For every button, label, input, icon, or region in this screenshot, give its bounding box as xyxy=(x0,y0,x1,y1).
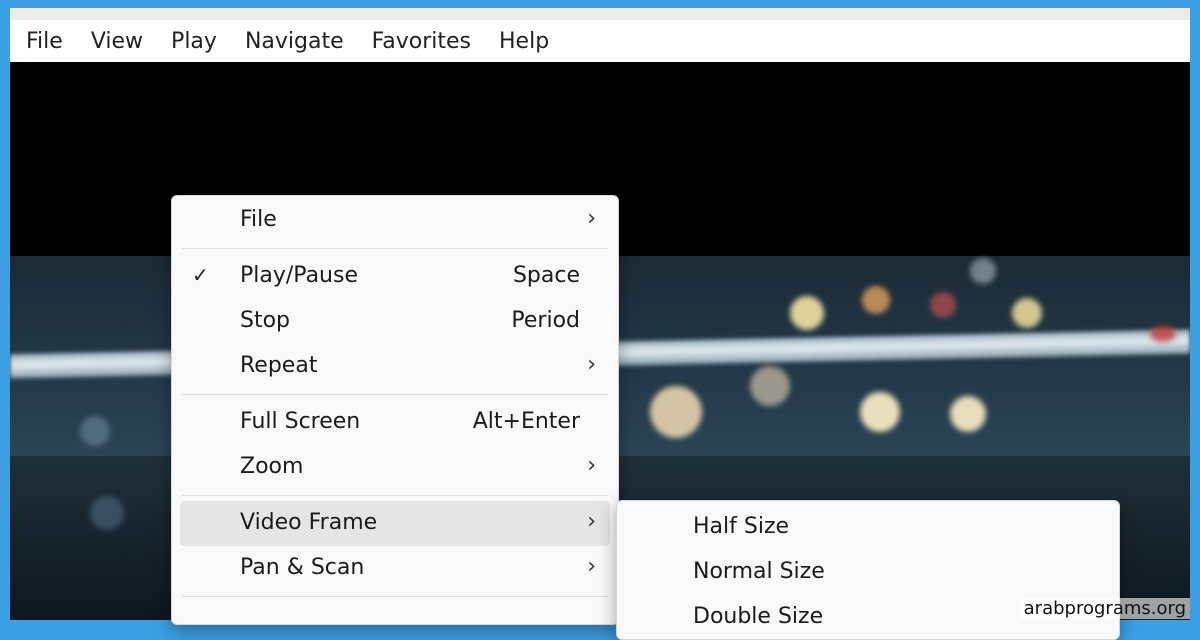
bokeh-light xyxy=(950,396,986,432)
bokeh-light xyxy=(930,292,956,318)
menu-favorites[interactable]: Favorites xyxy=(358,20,485,62)
bokeh-light xyxy=(862,286,890,314)
menu-view[interactable]: View xyxy=(77,20,157,62)
submenu-item-label: Normal Size xyxy=(693,559,825,584)
chevron-right-icon: › xyxy=(587,554,596,579)
ctx-item-file[interactable]: File › xyxy=(180,198,610,243)
context-menu: File › ✓ Play/Pause Space Stop Period Re… xyxy=(171,195,619,625)
video-frame-submenu: Half Size Normal Size Double Size xyxy=(616,500,1120,640)
menu-bar: File View Play Navigate Favorites Help xyxy=(10,20,1190,62)
bokeh-light xyxy=(970,258,996,284)
ctx-item-shortcut: Alt+Enter xyxy=(472,409,580,434)
ctx-item-play-pause[interactable]: ✓ Play/Pause Space xyxy=(180,254,610,299)
ctx-item-shortcut: Period xyxy=(511,308,580,333)
ctx-item-zoom[interactable]: Zoom › xyxy=(180,445,610,490)
menu-divider xyxy=(182,248,608,249)
checkmark-icon: ✓ xyxy=(192,263,209,287)
chevron-right-icon: › xyxy=(587,206,596,231)
menu-divider xyxy=(182,596,608,597)
bokeh-light xyxy=(860,392,900,432)
menu-help[interactable]: Help xyxy=(485,20,563,62)
bokeh-light xyxy=(650,386,702,438)
ctx-item-stop[interactable]: Stop Period xyxy=(180,299,610,344)
bokeh-light xyxy=(750,366,790,406)
ctx-item-label: Full Screen xyxy=(240,409,361,434)
bokeh-light xyxy=(90,496,124,530)
ctx-item-label: Video Frame xyxy=(240,510,378,535)
chevron-right-icon: › xyxy=(587,352,596,377)
ctx-item-video-frame[interactable]: Video Frame › xyxy=(180,501,610,546)
submenu-item-half-size[interactable]: Half Size xyxy=(625,505,1111,550)
ctx-item-pan-scan[interactable]: Pan & Scan › xyxy=(180,546,610,591)
submenu-item-label: Double Size xyxy=(693,604,824,629)
menu-divider xyxy=(182,495,608,496)
menu-file[interactable]: File xyxy=(10,20,77,62)
submenu-item-normal-size[interactable]: Normal Size xyxy=(625,550,1111,595)
watermark: arabprograms.org xyxy=(1019,598,1190,619)
menu-play[interactable]: Play xyxy=(157,20,231,62)
ctx-item-repeat[interactable]: Repeat › xyxy=(180,344,610,389)
chevron-right-icon: › xyxy=(587,453,596,478)
bokeh-light xyxy=(790,296,824,330)
ctx-item-shortcut: Space xyxy=(512,263,580,288)
ctx-item-full-screen[interactable]: Full Screen Alt+Enter xyxy=(180,400,610,445)
bokeh-light xyxy=(1150,326,1176,342)
ctx-item-label: Stop xyxy=(240,308,291,333)
ctx-item-label: Zoom xyxy=(240,454,304,479)
bokeh-light xyxy=(80,416,110,446)
chevron-right-icon: › xyxy=(587,509,596,534)
menu-navigate[interactable]: Navigate xyxy=(231,20,358,62)
ctx-item-label: Repeat xyxy=(240,353,318,378)
ctx-item-label: Play/Pause xyxy=(240,263,358,288)
bokeh-light xyxy=(1012,298,1042,328)
menu-divider xyxy=(182,394,608,395)
submenu-item-label: Half Size xyxy=(693,514,790,539)
ctx-item-label: Pan & Scan xyxy=(240,555,365,580)
ctx-item-label: File xyxy=(240,207,277,232)
title-bar xyxy=(10,8,1190,20)
